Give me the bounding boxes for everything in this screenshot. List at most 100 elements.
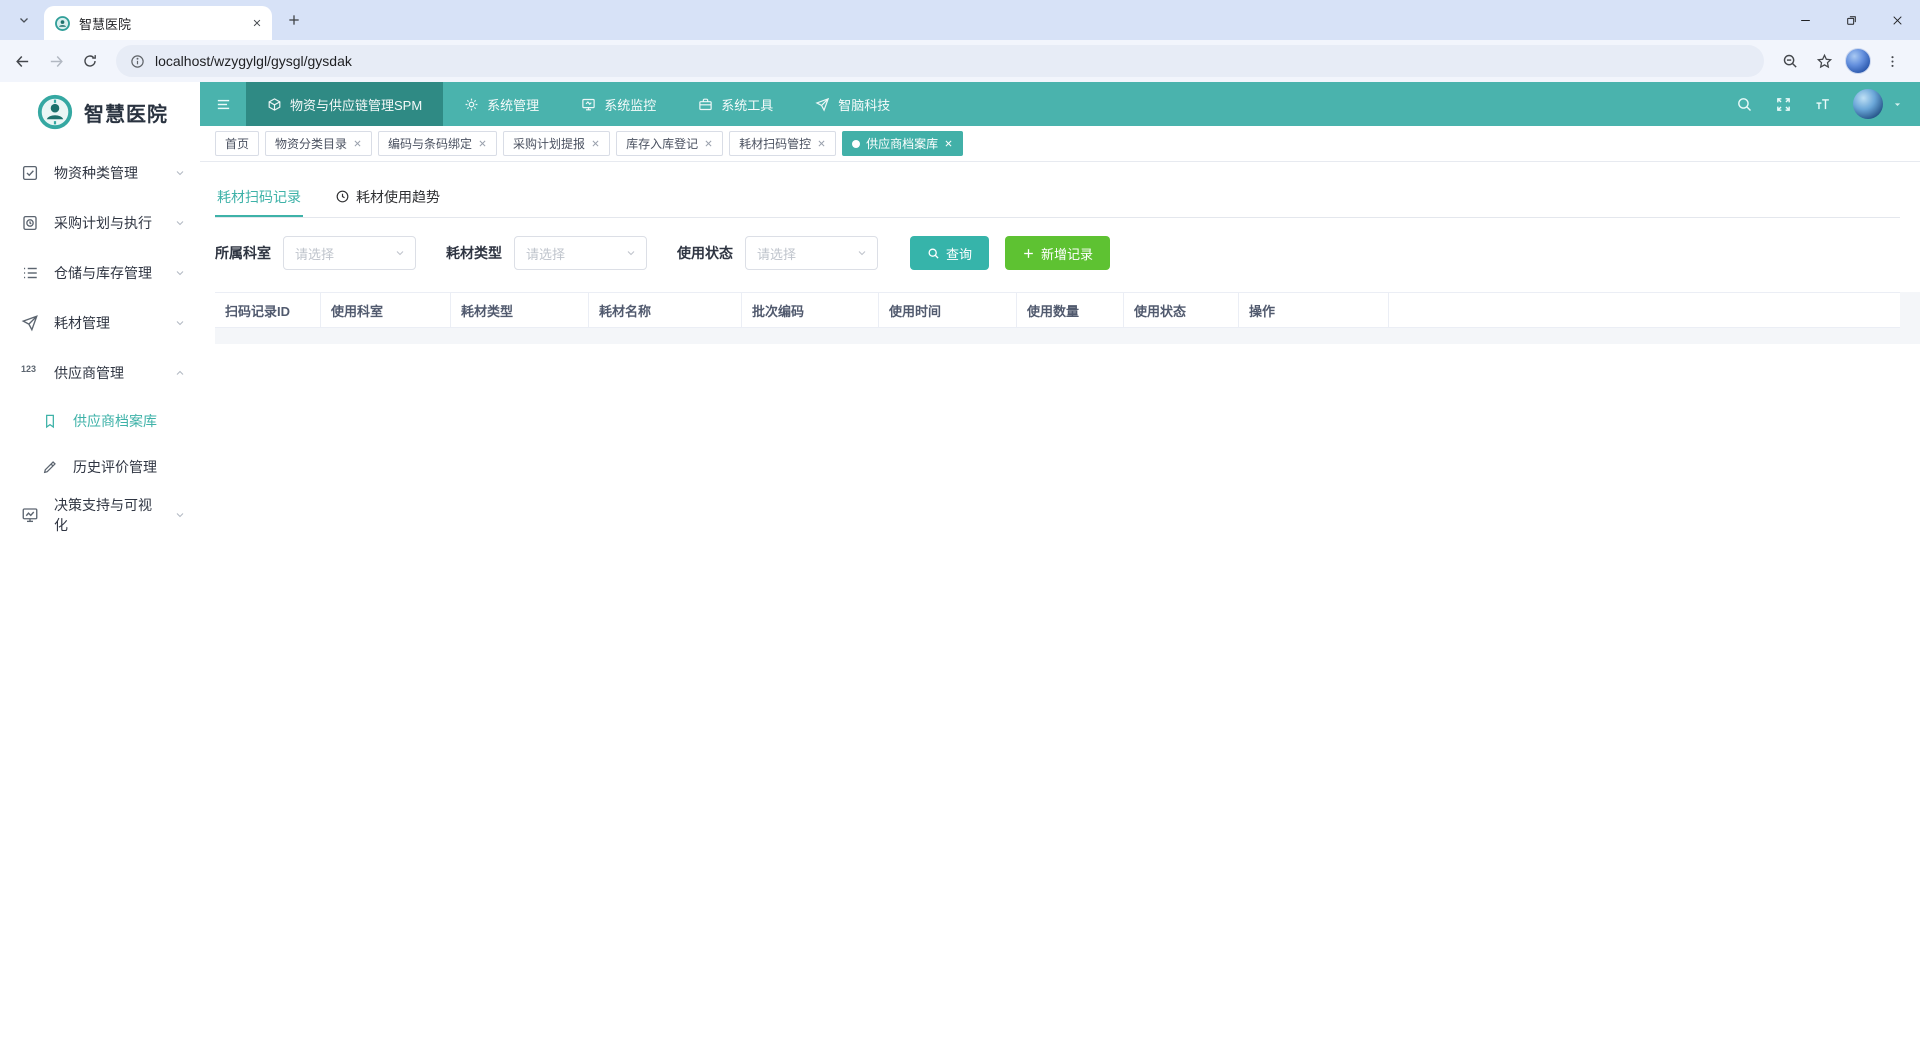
topnav-item-label: 系统监控 [604, 97, 657, 113]
tag-label: 耗材扫码管控 [739, 137, 812, 151]
font-size-icon[interactable] [1814, 96, 1831, 113]
close-icon[interactable] [478, 139, 487, 148]
sidebar-toggle-button[interactable] [200, 82, 246, 126]
app-frame: 智慧医院 物资种类管理 采购计划与执行 仓储与库存管理 耗材管理 123 供应商… [0, 82, 1920, 1040]
column-header: 操作 [1239, 293, 1389, 327]
column-header-filler [1389, 293, 1900, 327]
topnav-item-label: 智脑科技 [838, 97, 891, 113]
window-close-button[interactable] [1874, 0, 1920, 40]
topnav-item-smart-brain[interactable]: 智脑科技 [794, 82, 911, 126]
info-icon [131, 54, 144, 68]
main-area: 物资与供应链管理SPM 系统管理 系统监控 系统工具 智脑科技 首页 物资分类目… [200, 82, 1920, 1040]
select-placeholder: 请选择 [295, 246, 335, 262]
chevron-down-icon [176, 271, 184, 276]
tag-code-binding[interactable]: 编码与条码绑定 [378, 131, 498, 156]
navbar-right-tools [1736, 89, 1920, 119]
topnav-item-spm[interactable]: 物资与供应链管理SPM [246, 82, 444, 126]
sidebar-item-label: 决策支持与可视化 [54, 497, 152, 533]
refresh-button[interactable] [74, 45, 106, 77]
column-header: 使用时间 [879, 293, 1017, 327]
select-placeholder: 请选择 [526, 246, 566, 262]
toolbox-icon [699, 98, 712, 110]
bookmark-star-button[interactable] [1808, 45, 1840, 77]
back-button[interactable] [6, 45, 38, 77]
chevron-down-icon [176, 221, 184, 226]
check-square-icon [22, 165, 38, 181]
site-favicon-icon [55, 15, 70, 31]
browser-profile-button[interactable] [1842, 45, 1874, 77]
sidebar-subitem-label: 供应商档案库 [73, 413, 157, 429]
topnav-item-label: 系统管理 [487, 97, 540, 113]
brand-name: 智慧医院 [84, 103, 168, 126]
fullscreen-icon[interactable] [1775, 96, 1792, 113]
sidebar-subitem-history-evaluation[interactable]: 历史评价管理 [0, 444, 200, 490]
records-table: 扫码记录ID 使用科室 耗材类型 耗材名称 批次编码 使用时间 使用数量 使用状… [215, 292, 1920, 344]
zoom-out-page-icon[interactable] [1774, 45, 1806, 77]
department-select[interactable]: 请选择 [283, 236, 416, 270]
tab-close-button[interactable] [248, 14, 266, 32]
tab-label: 耗材使用趋势 [356, 188, 440, 205]
add-record-button-label: 新增记录 [1041, 246, 1094, 262]
tag-procurement-submit[interactable]: 采购计划提报 [503, 131, 611, 156]
browser-tab[interactable]: 智慧医院 [44, 6, 272, 40]
sidebar-item-supplier-management[interactable]: 123 供应商管理 [0, 348, 200, 398]
usage-status-select[interactable]: 请选择 [745, 236, 878, 270]
clipboard-clock-icon [23, 215, 37, 231]
url-bar[interactable]: localhost/wzygylgl/gysgl/gysdak [116, 45, 1764, 77]
close-icon[interactable] [944, 139, 953, 148]
user-avatar[interactable] [1853, 89, 1883, 119]
tab-scan-records[interactable]: 耗材扫码记录 [215, 178, 303, 217]
tab-search-button[interactable] [10, 6, 38, 34]
topnav-item-system-management[interactable]: 系统管理 [443, 82, 560, 126]
sidebar: 智慧医院 物资种类管理 采购计划与执行 仓储与库存管理 耗材管理 123 供应商… [0, 82, 200, 1040]
sidebar-item-warehouse-inventory[interactable]: 仓储与库存管理 [0, 248, 200, 298]
close-icon[interactable] [591, 139, 600, 148]
sidebar-item-decision-visualization[interactable]: 决策支持与可视化 [0, 490, 200, 540]
new-tab-button[interactable] [280, 6, 308, 34]
tag-scan-control[interactable]: 耗材扫码管控 [729, 131, 837, 156]
search-icon[interactable] [1736, 96, 1753, 113]
tag-label: 库存入库登记 [626, 137, 699, 151]
window-minimize-button[interactable] [1782, 0, 1828, 40]
column-header: 耗材类型 [451, 293, 589, 327]
magnifier-minus-icon [1783, 54, 1797, 68]
list-icon [24, 267, 37, 279]
topnav-item-system-tools[interactable]: 系统工具 [677, 82, 794, 126]
filter-consumable-type: 耗材类型 请选择 [446, 236, 647, 270]
caret-down-icon[interactable] [1893, 100, 1902, 109]
consumable-type-select[interactable]: 请选择 [514, 236, 647, 270]
close-icon[interactable] [817, 139, 826, 148]
sidebar-item-label: 物资种类管理 [54, 165, 138, 181]
tag-supplier-archive[interactable]: 供应商档案库 [842, 131, 964, 156]
close-icon[interactable] [704, 139, 713, 148]
filter-label: 使用状态 [677, 245, 733, 261]
browser-menu-button[interactable] [1876, 45, 1908, 77]
window-restore-button[interactable] [1828, 0, 1874, 40]
tag-inbound-register[interactable]: 库存入库登记 [616, 131, 724, 156]
badge-123-icon: 123 [21, 364, 37, 374]
add-record-button[interactable]: 新增记录 [1005, 236, 1111, 270]
column-header: 使用科室 [321, 293, 451, 327]
close-icon [1892, 15, 1902, 25]
forward-button[interactable] [40, 45, 72, 77]
search-button[interactable]: 查询 [910, 236, 990, 270]
tab-usage-trend[interactable]: 耗材使用趋势 [333, 178, 442, 217]
browser-toolbar: localhost/wzygylgl/gysgl/gysdak [0, 40, 1920, 82]
sidebar-item-consumable-management[interactable]: 耗材管理 [0, 298, 200, 348]
window-controls [1782, 0, 1920, 40]
brand-logo-icon [37, 94, 73, 130]
plus-icon [289, 15, 299, 25]
archive-flag-icon [46, 414, 54, 429]
close-icon[interactable] [353, 139, 362, 148]
sidebar-item-material-category[interactable]: 物资种类管理 [0, 148, 200, 198]
sidebar-item-procurement-plan[interactable]: 采购计划与执行 [0, 198, 200, 248]
back-arrow-icon [15, 55, 28, 67]
column-header: 使用数量 [1017, 293, 1124, 327]
filter-label: 所属科室 [215, 245, 271, 261]
content-tabs: 耗材扫码记录 耗材使用趋势 [215, 178, 1900, 218]
tag-material-catalog[interactable]: 物资分类目录 [265, 131, 373, 156]
sidebar-subitem-supplier-archive[interactable]: 供应商档案库 [0, 398, 200, 444]
tag-home[interactable]: 首页 [215, 131, 260, 156]
topnav-item-system-monitor[interactable]: 系统监控 [560, 82, 677, 126]
chevron-down-icon [627, 251, 635, 256]
